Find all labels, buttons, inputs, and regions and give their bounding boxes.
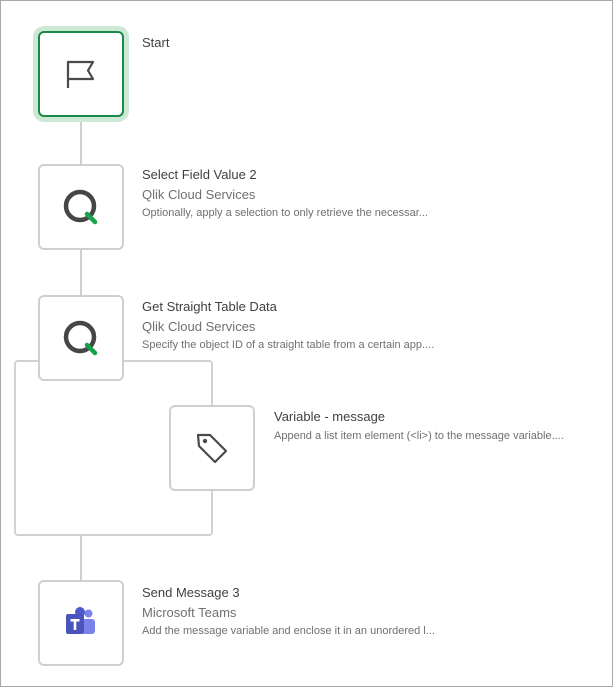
- connector-start-to-select: [80, 121, 82, 164]
- send-message-description: Add the message variable and enclose it …: [142, 625, 435, 637]
- send-message-title: Send Message 3: [142, 585, 240, 600]
- tag-icon: [196, 433, 228, 464]
- connector-loop-to-send: [80, 536, 82, 580]
- start-title: Start: [142, 35, 170, 50]
- send-message-node[interactable]: [38, 580, 124, 666]
- start-node[interactable]: [38, 31, 124, 117]
- qlik-icon: [63, 189, 98, 225]
- variable-node[interactable]: [169, 405, 255, 491]
- get-table-node[interactable]: [38, 295, 124, 381]
- flag-icon: [66, 60, 95, 88]
- connector-select-to-get: [80, 249, 82, 295]
- variable-description: Append a list item element (<li>) to the…: [274, 430, 564, 442]
- select-field-title: Select Field Value 2: [142, 167, 257, 182]
- automation-canvas: Start Select Field Value 2 Qlik Cloud Se…: [0, 0, 613, 687]
- get-table-description: Specify the object ID of a straight tabl…: [142, 339, 435, 351]
- variable-title: Variable - message: [274, 409, 386, 424]
- get-table-title: Get Straight Table Data: [142, 299, 277, 314]
- send-message-service: Microsoft Teams: [142, 605, 237, 620]
- teams-icon: [66, 607, 95, 634]
- get-table-service: Qlik Cloud Services: [142, 319, 256, 334]
- select-field-node[interactable]: [38, 164, 124, 250]
- select-field-description: Optionally, apply a selection to only re…: [142, 207, 428, 219]
- qlik-icon: [63, 320, 98, 356]
- select-field-service: Qlik Cloud Services: [142, 187, 256, 202]
